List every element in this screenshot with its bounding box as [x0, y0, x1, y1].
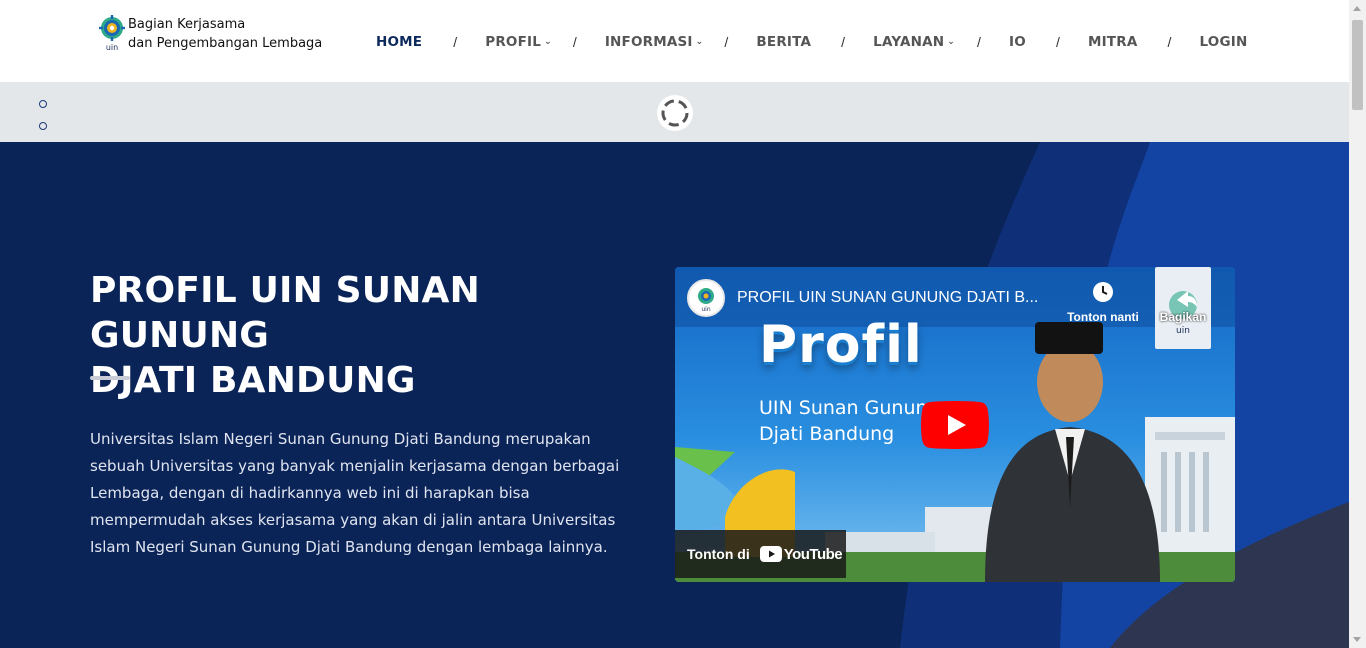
play-button[interactable] [921, 401, 989, 449]
uin-logo-icon: uin [98, 14, 126, 54]
channel-avatar[interactable]: uin [687, 279, 725, 317]
page-scrollbar[interactable] [1349, 0, 1366, 648]
thumbnail-heading: Profil [759, 315, 923, 375]
hero-description: Universitas Islam Negeri Sunan Gunung Dj… [90, 430, 620, 556]
site-header: uin Bagian Kerjasama dan Pengembangan Le… [0, 0, 1349, 82]
carousel-indicator[interactable] [39, 100, 47, 108]
chevron-down-icon: ⌄ [947, 37, 956, 47]
nav-mitra[interactable]: MITRA [1088, 34, 1138, 50]
svg-text:uin: uin [106, 43, 118, 52]
scroll-down-arrow-icon[interactable] [1353, 637, 1361, 642]
hero-section: PROFIL UIN SUNAN GUNUNG DJATI BANDUNG Un… [0, 142, 1349, 648]
youtube-wordmark: YouTube [783, 545, 843, 563]
main-nav: HOME / PROFIL ⌄ / INFORMASI ⌄ / BERITA / L… [376, 34, 1248, 50]
youtube-logo-icon: YouTube [759, 545, 843, 563]
clock-icon [1093, 282, 1113, 302]
logo-line-1: Bagian Kerjasama [128, 17, 246, 32]
scroll-up-arrow-icon[interactable] [1353, 6, 1361, 11]
share-icon: uin [1169, 291, 1197, 336]
carousel-indicator[interactable] [39, 122, 47, 130]
youtube-video-embed[interactable]: uin PROFIL UIN SUNAN GUNUNG DJATI B... T… [675, 267, 1235, 582]
nav-io[interactable]: IO [1009, 34, 1026, 50]
chevron-down-icon: ⌄ [695, 37, 704, 47]
nav-login[interactable]: LOGIN [1199, 34, 1247, 50]
nav-layanan[interactable]: LAYANAN ⌄ [873, 34, 955, 50]
share-label: Bagikan [1159, 310, 1207, 324]
spinner-icon [657, 95, 693, 131]
logo-line-2: dan Pengembangan Lembaga [128, 36, 323, 51]
nav-informasi[interactable]: INFORMASI ⌄ [605, 34, 704, 50]
title-underline [90, 376, 130, 380]
nav-berita[interactable]: BERITA [756, 34, 811, 50]
nav-home[interactable]: HOME [376, 34, 422, 50]
watch-on-youtube-button[interactable]: Tonton di YouTube [675, 530, 846, 578]
site-logo[interactable]: uin Bagian Kerjasama dan Pengembangan Le… [98, 14, 322, 54]
play-icon [921, 401, 989, 449]
watch-later-button[interactable]: Tonton nanti [1063, 281, 1143, 324]
hero-title: PROFIL UIN SUNAN GUNUNG DJATI BANDUNG [90, 270, 480, 401]
svg-text:uin: uin [1176, 326, 1190, 336]
share-button[interactable]: uin Bagikan [1155, 267, 1211, 349]
nav-profil[interactable]: PROFIL ⌄ [485, 34, 552, 50]
scroll-thumb[interactable] [1352, 20, 1363, 110]
video-title[interactable]: PROFIL UIN SUNAN GUNUNG DJATI B... [737, 289, 1038, 307]
svg-text:uin: uin [701, 306, 710, 313]
watch-on-label: Tonton di [687, 546, 750, 562]
watch-later-label: Tonton nanti [1067, 310, 1139, 324]
chevron-down-icon: ⌄ [544, 37, 552, 47]
